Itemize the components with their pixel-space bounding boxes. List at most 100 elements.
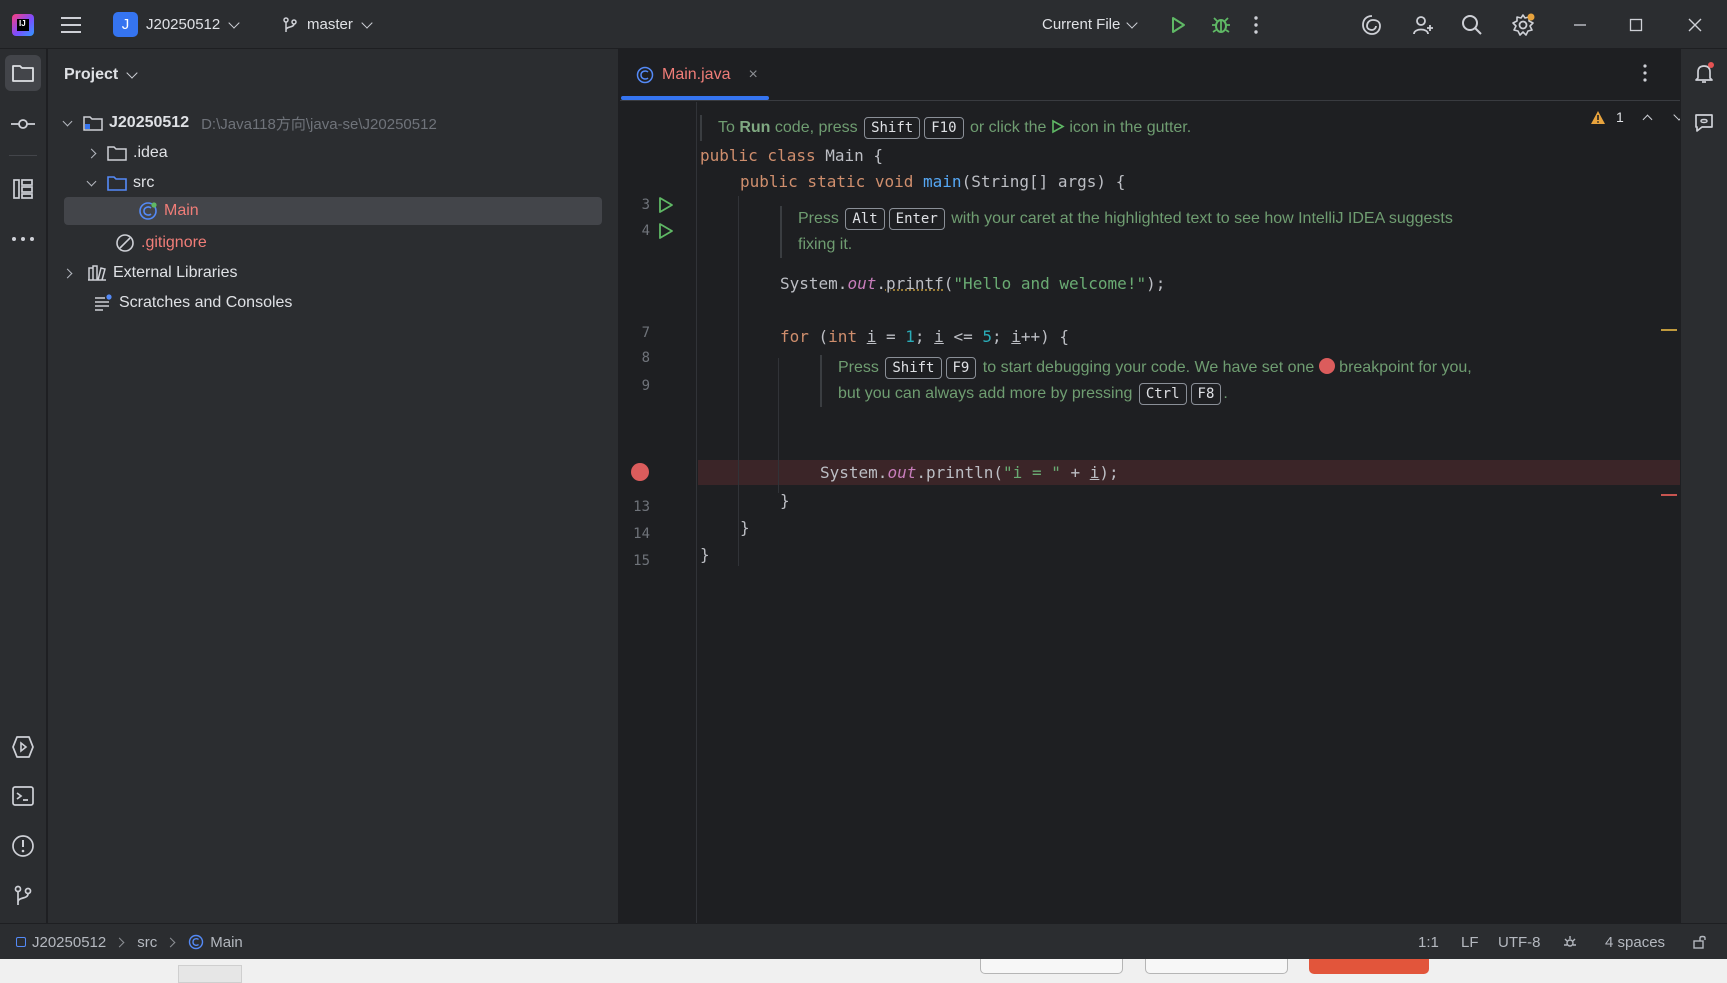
taskbar-thumbnail[interactable] [178,965,242,983]
tree-item-main[interactable]: Main [64,197,602,225]
code-line-7[interactable]: System.out.printf("Hello and welcome!"); [780,274,1165,293]
read-only-lock-icon[interactable] [1692,924,1708,960]
code-with-me-icon[interactable] [1411,0,1435,49]
code-line-15[interactable]: } [700,545,710,564]
terminal-tool-button[interactable] [5,778,41,814]
code-line-breakpoint[interactable]: System.out.println("i = " + i); [820,463,1119,482]
minimize-window-icon[interactable] [1572,0,1588,49]
main-menu-icon[interactable] [60,0,82,49]
code-line-9[interactable]: for (int i = 1; i <= 5; i++) { [780,327,1069,346]
indent-setting[interactable]: 4 spaces [1605,924,1665,960]
taskbar-button[interactable] [1309,959,1429,974]
inlay-hint-run: To Run code, press Shift F10 or click the… [700,115,1191,141]
chevron-down-icon [126,67,138,79]
kbd-f8: F8 [1190,383,1222,405]
file-encoding[interactable]: UTF-8 [1498,924,1541,960]
debug-button[interactable] [1210,0,1232,49]
taskbar-button[interactable] [980,959,1123,974]
editor-gutter[interactable]: 3 4 7 8 9 13 14 15 [620,102,697,923]
run-icon [1052,119,1065,134]
code-line-13[interactable]: } [780,491,790,510]
editor-tab-bar: Main.java × [620,49,1680,101]
source-folder-icon [107,176,127,191]
indent-guide [778,358,779,493]
services-run-icon [12,736,34,758]
close-window-icon[interactable] [1687,0,1703,49]
line-number: 8 [641,350,650,366]
more-actions-icon[interactable] [1253,0,1259,49]
line-number: 15 [633,553,650,569]
vcs-branch-widget[interactable]: master [281,0,373,49]
expand-arrow-icon[interactable] [86,176,97,186]
warning-triangle-icon [1591,110,1605,124]
ai-chat-tool-button[interactable] [1686,105,1722,141]
notifications-tool-button[interactable] [1686,55,1722,91]
run-gutter-icon[interactable] [658,222,674,244]
kbd-enter: Enter [888,208,945,230]
run-gutter-icon[interactable] [658,196,674,218]
tree-item-external-libraries[interactable]: External Libraries [62,259,238,287]
tree-item-idea[interactable]: .idea [86,139,168,167]
services-tool-button[interactable] [5,729,41,765]
maximize-window-icon[interactable] [1628,0,1644,49]
folder-icon [107,146,127,161]
run-button[interactable] [1168,0,1188,49]
tree-item-scratches[interactable]: Scratches and Consoles [93,289,292,317]
kbd-shift: Shift [885,357,942,379]
project-switcher[interactable]: J J20250512 [113,0,240,49]
settings-gear-icon[interactable] [1511,0,1535,49]
inspection-widget[interactable]: 1 [1590,109,1685,125]
java-class-icon [636,66,654,84]
branch-icon [283,16,297,32]
project-tool-window: Project J20250512 D:\Java118方向\java-se\J… [48,49,619,923]
project-panel-title[interactable]: Project [64,66,138,84]
caret-position[interactable]: 1:1 [1418,924,1439,960]
structure-tool-button[interactable] [5,171,41,207]
kbd-shift: Shift [864,117,921,139]
line-separator[interactable]: LF [1461,924,1479,960]
previous-problem-icon[interactable] [1642,114,1653,124]
tab-options-icon[interactable] [1642,63,1648,87]
ignored-file-icon [116,234,134,252]
chevron-right-icon [165,937,176,947]
taskbar-button[interactable] [1145,959,1288,974]
breadcrumb-item[interactable]: Main [210,934,243,951]
commit-tool-button[interactable] [5,106,41,142]
tree-item-src[interactable]: src [86,169,155,197]
code-style-icon[interactable] [1562,924,1578,960]
tree-item-label: src [133,174,155,191]
line-number: 3 [641,197,650,213]
collapse-arrow-icon[interactable] [62,268,73,278]
tree-item-project-root[interactable]: J20250512 D:\Java118方向\java-se\J20250512 [62,109,437,137]
status-bar: J20250512 src Main 1:1 LF UTF-8 4 spaces [0,923,1727,959]
breadcrumb-item[interactable]: J20250512 [32,934,106,951]
project-tool-button[interactable] [5,55,41,91]
run-configuration-selector[interactable]: Current File [1042,0,1139,49]
code-line-4[interactable]: public static void main(String[] args) { [740,172,1125,191]
problems-tool-button[interactable] [5,828,41,864]
active-tab-indicator [621,96,769,100]
breakpoint-icon[interactable] [631,463,649,481]
line-number: 14 [633,526,650,542]
git-tool-button[interactable] [5,878,41,914]
code-line-3[interactable]: public class Main { [700,146,883,165]
breadcrumb-item[interactable]: src [137,934,157,951]
tab-main-java[interactable]: Main.java × [636,49,758,101]
line-number: 4 [641,223,650,239]
app-logo[interactable]: IJ [12,0,34,49]
editor-area: Main.java × 1 3 4 7 8 9 13 14 15 To Run … [620,49,1685,923]
left-tool-strip [0,49,47,923]
breakpoint-stripe-marker[interactable] [1661,494,1677,496]
code-line-14[interactable]: } [740,518,750,537]
tab-close-icon[interactable]: × [748,66,757,84]
title-bar: IJ J J20250512 master Current File [0,0,1727,49]
more-tools-icon[interactable] [5,221,41,257]
search-icon[interactable] [1461,0,1483,49]
ai-assistant-icon[interactable] [1360,0,1384,49]
expand-arrow-icon[interactable] [62,116,73,126]
collapse-arrow-icon[interactable] [86,148,97,158]
intellij-logo-icon: IJ [12,13,34,36]
warning-stripe-marker[interactable] [1661,329,1677,331]
tree-item-gitignore[interactable]: .gitignore [115,229,207,257]
project-panel-title-label: Project [64,66,119,83]
